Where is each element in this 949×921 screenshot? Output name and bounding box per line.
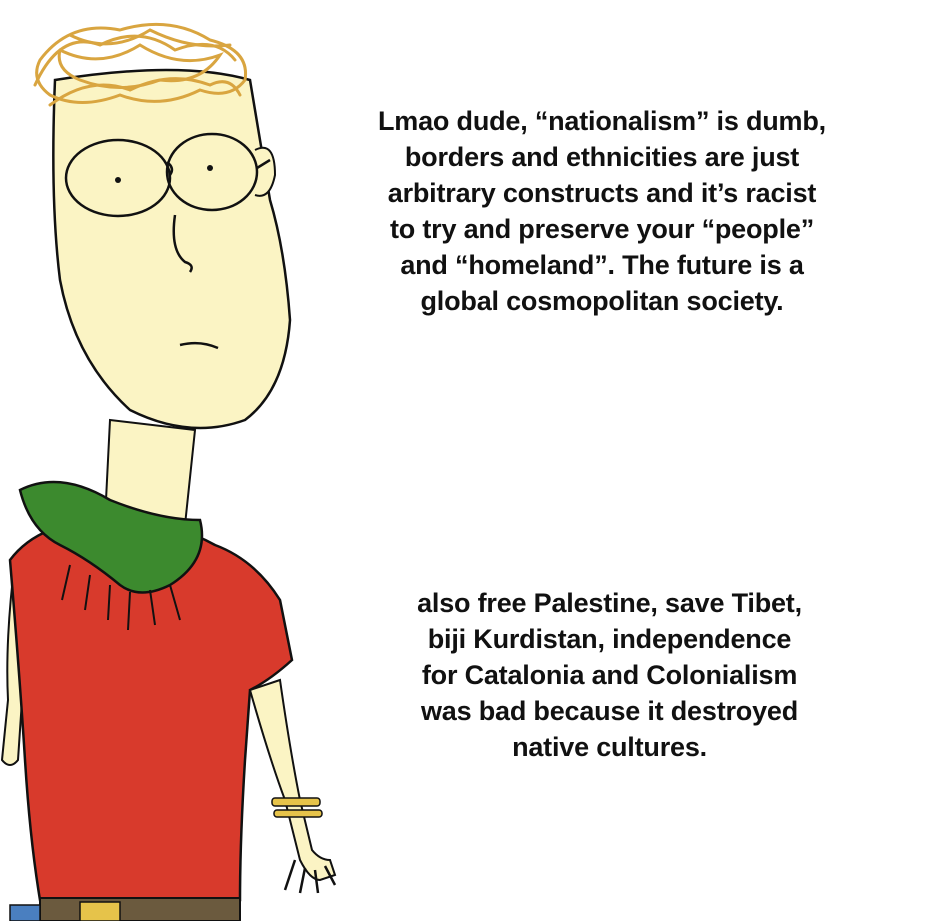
left-eye — [115, 177, 121, 183]
belt — [39, 897, 241, 921]
caption-top: Lmao dude, “nationalism” is dumb, border… — [378, 106, 826, 316]
caption-bottom: also free Palestine, save Tibet, biji Ku… — [417, 588, 802, 762]
meme-canvas: Lmao dude, “nationalism” is dumb, border… — [0, 0, 949, 921]
front-arm — [248, 678, 337, 882]
right-eye — [207, 165, 213, 171]
head — [52, 68, 292, 430]
